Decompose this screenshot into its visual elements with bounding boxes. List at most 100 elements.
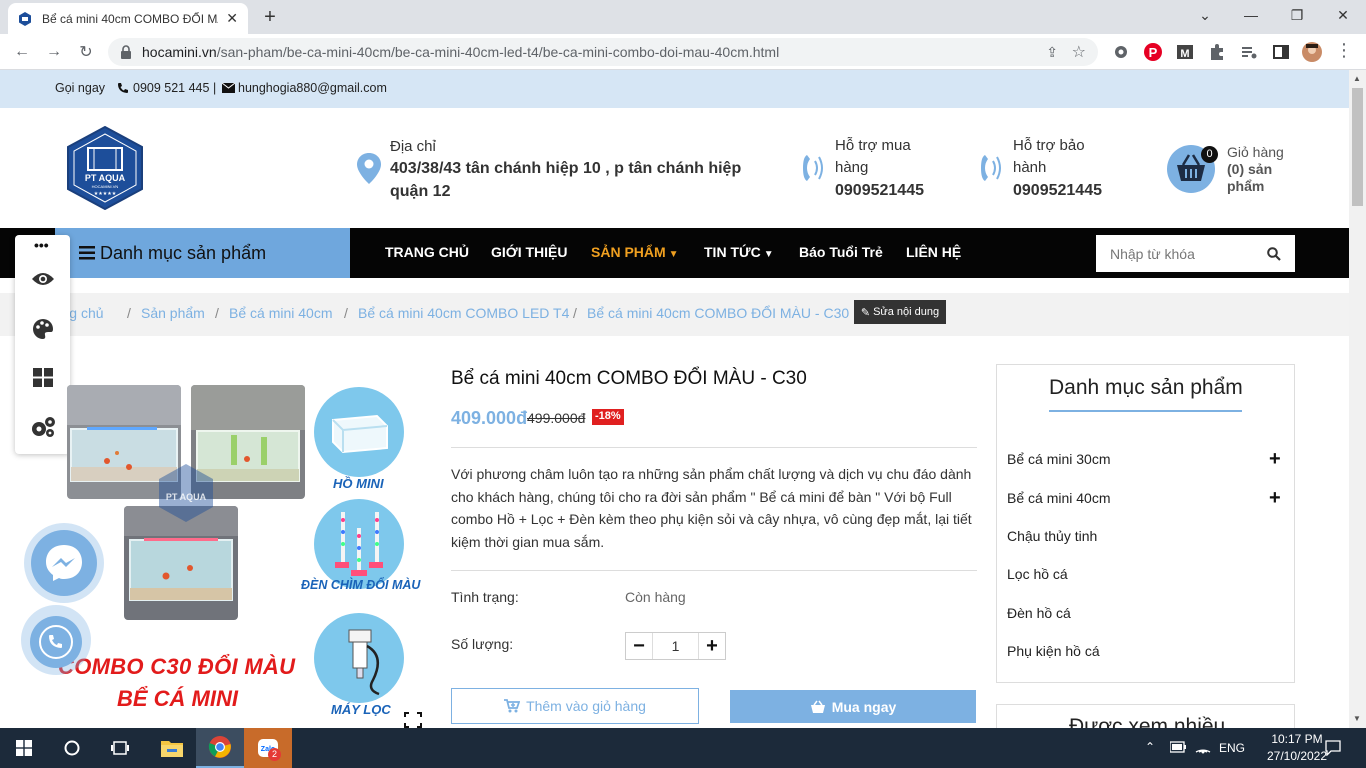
chevron-down-icon: ▼: [668, 249, 679, 260]
sidebar-category-box: Danh mục sản phẩm Bể cá mini 30cm + Bể c…: [996, 364, 1295, 683]
quantity-decrease-button[interactable]: −: [626, 633, 652, 659]
breadcrumb-separator: /: [573, 305, 577, 321]
buy-now-button[interactable]: Mua ngay: [730, 690, 976, 723]
warranty-phone-icon: [981, 155, 1001, 181]
sidebar-item-accessories[interactable]: Phụ kiện hồ cá: [1007, 643, 1100, 659]
filter-pump-image: [314, 613, 404, 703]
submersible-light-image: [314, 499, 404, 589]
sidebar-item-mini-30cm[interactable]: Bể cá mini 30cm: [1007, 451, 1110, 467]
breadcrumb-category[interactable]: Bể cá mini 40cm: [229, 305, 332, 321]
bookmark-star-icon[interactable]: ☆: [1072, 42, 1086, 62]
add-to-cart-button[interactable]: Thêm vào giỏ hàng: [451, 688, 699, 724]
chrome-menu-icon[interactable]: ⋮: [1335, 41, 1353, 59]
search-taskbar-button[interactable]: [48, 728, 96, 768]
tray-chevron-up-icon[interactable]: ⌃: [1145, 740, 1155, 754]
reload-icon[interactable]: ↻: [74, 40, 98, 64]
palette-icon[interactable]: [32, 318, 54, 340]
restore-button[interactable]: ❐: [1274, 0, 1320, 30]
nav-products[interactable]: SẢN PHẨM ▼: [591, 244, 679, 260]
nav-news[interactable]: TIN TỨC ▼: [704, 244, 774, 260]
tab-search-icon[interactable]: ⌄: [1182, 0, 1228, 30]
extension-gear-icon[interactable]: [1111, 42, 1131, 62]
quantity-increase-button[interactable]: +: [699, 633, 725, 659]
zalo-taskbar-button[interactable]: Zalo 2: [244, 728, 292, 768]
tank-label: HỒ MINI: [333, 476, 384, 491]
cart-label[interactable]: Giỏ hàng: [1227, 141, 1284, 163]
breadcrumb-subcategory[interactable]: Bể cá mini 40cm COMBO LED T4: [358, 305, 569, 321]
clock-time[interactable]: 10:17 PM: [1262, 732, 1332, 746]
zalo-badge: 2: [268, 748, 281, 761]
cart-button[interactable]: 0: [1165, 145, 1218, 193]
support-buy-phone[interactable]: 0909521445: [835, 180, 924, 202]
edit-content-button[interactable]: ✎ Sửa nội dung: [854, 300, 946, 324]
breadcrumb-separator: /: [215, 305, 219, 321]
share-icon[interactable]: ⇪: [1046, 44, 1058, 61]
mail-extension-icon[interactable]: M: [1175, 42, 1195, 62]
chevron-down-icon: ▼: [763, 249, 774, 260]
search-icon[interactable]: [1267, 247, 1281, 261]
sidebar-item-light[interactable]: Đèn hồ cá: [1007, 605, 1071, 621]
nav-tuoi-tre[interactable]: Báo Tuổi Trẻ: [799, 244, 883, 260]
scrollbar-thumb[interactable]: [1352, 88, 1363, 206]
nav-about[interactable]: GIỚI THIỆU: [491, 244, 568, 260]
back-icon[interactable]: ←: [10, 40, 34, 64]
clock-date[interactable]: 27/10/2022: [1262, 749, 1332, 763]
extensions-puzzle-icon[interactable]: [1207, 42, 1227, 62]
svg-text:M: M: [1180, 48, 1189, 60]
search-placeholder: Nhập từ khóa: [1110, 245, 1195, 262]
location-pin-icon: [357, 153, 381, 184]
media-control-icon[interactable]: [1239, 42, 1259, 62]
topbar-email-link[interactable]: hunghogia880@gmail.com: [222, 81, 387, 95]
expand-plus-icon[interactable]: +: [1269, 448, 1281, 471]
fullscreen-icon[interactable]: [404, 712, 422, 728]
task-view-button[interactable]: [96, 728, 144, 768]
site-logo[interactable]: PT AQUA HOCAMINI.VN ★★★★★: [66, 126, 144, 210]
minimize-button[interactable]: —: [1228, 0, 1274, 30]
category-menu-button[interactable]: Danh mục sản phẩm: [55, 228, 350, 278]
nav-contact[interactable]: LIÊN HỆ: [906, 244, 961, 260]
battery-icon[interactable]: [1170, 741, 1186, 753]
browser-toolbar: ← → ↻ hocamini.vn/san-pham/be-ca-mini-40…: [0, 34, 1366, 70]
messenger-float-button[interactable]: [23, 522, 105, 604]
url-host: hocamini.vn: [142, 44, 217, 60]
nav-home[interactable]: TRANG CHỦ: [385, 244, 469, 260]
profile-avatar[interactable]: [1302, 42, 1322, 62]
sidebar-item-filter[interactable]: Lọc hồ cá: [1007, 566, 1068, 582]
call-float-button[interactable]: [20, 604, 92, 676]
address-bar[interactable]: hocamini.vn/san-pham/be-ca-mini-40cm/be-…: [108, 38, 1098, 66]
close-window-button[interactable]: ✕: [1320, 0, 1366, 30]
search-input[interactable]: Nhập từ khóa: [1096, 235, 1295, 272]
grid-icon[interactable]: [33, 368, 53, 387]
sidebar-item-mini-40cm[interactable]: Bể cá mini 40cm: [1007, 490, 1110, 506]
file-explorer-button[interactable]: [148, 728, 196, 768]
logo-text: PT AQUA: [85, 173, 126, 183]
sidebar-item-glass-bowl[interactable]: Chậu thủy tinh: [1007, 528, 1097, 544]
page-scrollbar[interactable]: ▲ ▼: [1349, 70, 1366, 728]
expand-plus-icon[interactable]: +: [1269, 487, 1281, 510]
windows-start-button[interactable]: [0, 728, 48, 768]
combo-title-line2: BỂ CÁ MINI: [117, 686, 238, 711]
new-tab-button[interactable]: +: [258, 6, 282, 30]
breadcrumb-products[interactable]: Sản phẩm: [141, 305, 205, 321]
wifi-icon[interactable]: [1195, 740, 1211, 754]
eye-icon[interactable]: [31, 271, 55, 287]
forward-icon[interactable]: →: [42, 40, 66, 64]
quantity-input[interactable]: 1: [652, 633, 699, 659]
chrome-taskbar-button[interactable]: [196, 728, 244, 768]
pinterest-icon[interactable]: P: [1143, 42, 1163, 62]
top-contact-bar: Gọi ngay 0909 521 445 | hunghogia880@gma…: [0, 70, 1349, 108]
language-indicator[interactable]: ENG: [1219, 741, 1245, 755]
discount-badge: -18%: [592, 409, 624, 425]
support-warranty-phone[interactable]: 0909521445: [1013, 180, 1102, 202]
light-label: ĐÈN CHÌM ĐỔI MÀU: [301, 578, 421, 592]
notification-icon[interactable]: [1325, 740, 1341, 756]
browser-tab[interactable]: Bể cá mini 40cm COMBO ĐỔI MÀU ✕: [8, 3, 248, 34]
settings-gears-icon[interactable]: [30, 416, 56, 438]
side-panel-icon[interactable]: [1271, 42, 1291, 62]
scroll-up-icon[interactable]: ▲: [1353, 74, 1361, 83]
topbar-phone-link[interactable]: 0909 521 445: [117, 81, 209, 95]
topbar-phone: 0909 521 445: [133, 81, 210, 95]
scroll-down-icon[interactable]: ▼: [1353, 714, 1361, 723]
more-dots-icon[interactable]: •••: [34, 237, 49, 253]
tab-close-icon[interactable]: ✕: [226, 10, 238, 27]
